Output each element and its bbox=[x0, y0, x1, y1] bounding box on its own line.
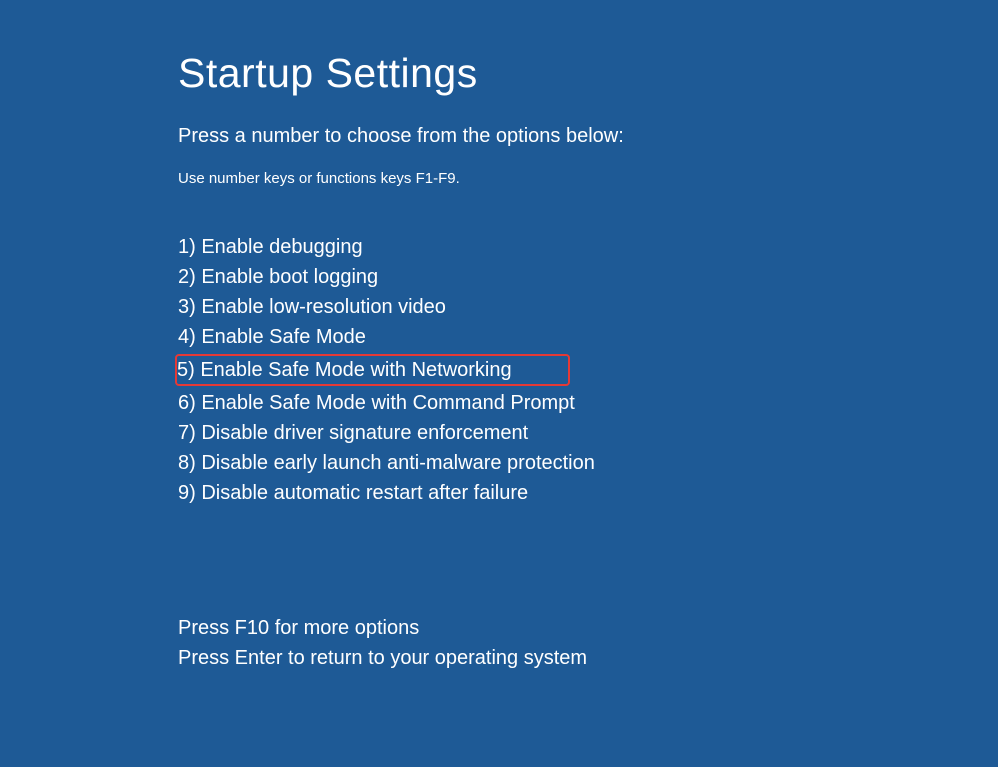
hint-text: Use number keys or functions keys F1-F9. bbox=[178, 170, 998, 187]
page-title: Startup Settings bbox=[178, 50, 998, 97]
boot-option-5[interactable]: 5) Enable Safe Mode with Networking bbox=[175, 354, 570, 386]
boot-option-6[interactable]: 6) Enable Safe Mode with Command Prompt bbox=[178, 388, 998, 418]
boot-option-2[interactable]: 2) Enable boot logging bbox=[178, 262, 998, 292]
footer-return: Press Enter to return to your operating … bbox=[178, 643, 998, 673]
boot-option-1[interactable]: 1) Enable debugging bbox=[178, 232, 998, 262]
startup-settings-screen: Startup Settings Press a number to choos… bbox=[0, 0, 998, 673]
instruction-text: Press a number to choose from the option… bbox=[178, 125, 998, 148]
footer-more-options: Press F10 for more options bbox=[178, 613, 998, 643]
boot-options-list: 1) Enable debugging2) Enable boot loggin… bbox=[178, 232, 998, 508]
boot-option-8[interactable]: 8) Disable early launch anti-malware pro… bbox=[178, 448, 998, 478]
boot-option-7[interactable]: 7) Disable driver signature enforcement bbox=[178, 418, 998, 448]
boot-option-9[interactable]: 9) Disable automatic restart after failu… bbox=[178, 478, 998, 508]
boot-option-4[interactable]: 4) Enable Safe Mode bbox=[178, 322, 998, 352]
boot-option-3[interactable]: 3) Enable low-resolution video bbox=[178, 292, 998, 322]
